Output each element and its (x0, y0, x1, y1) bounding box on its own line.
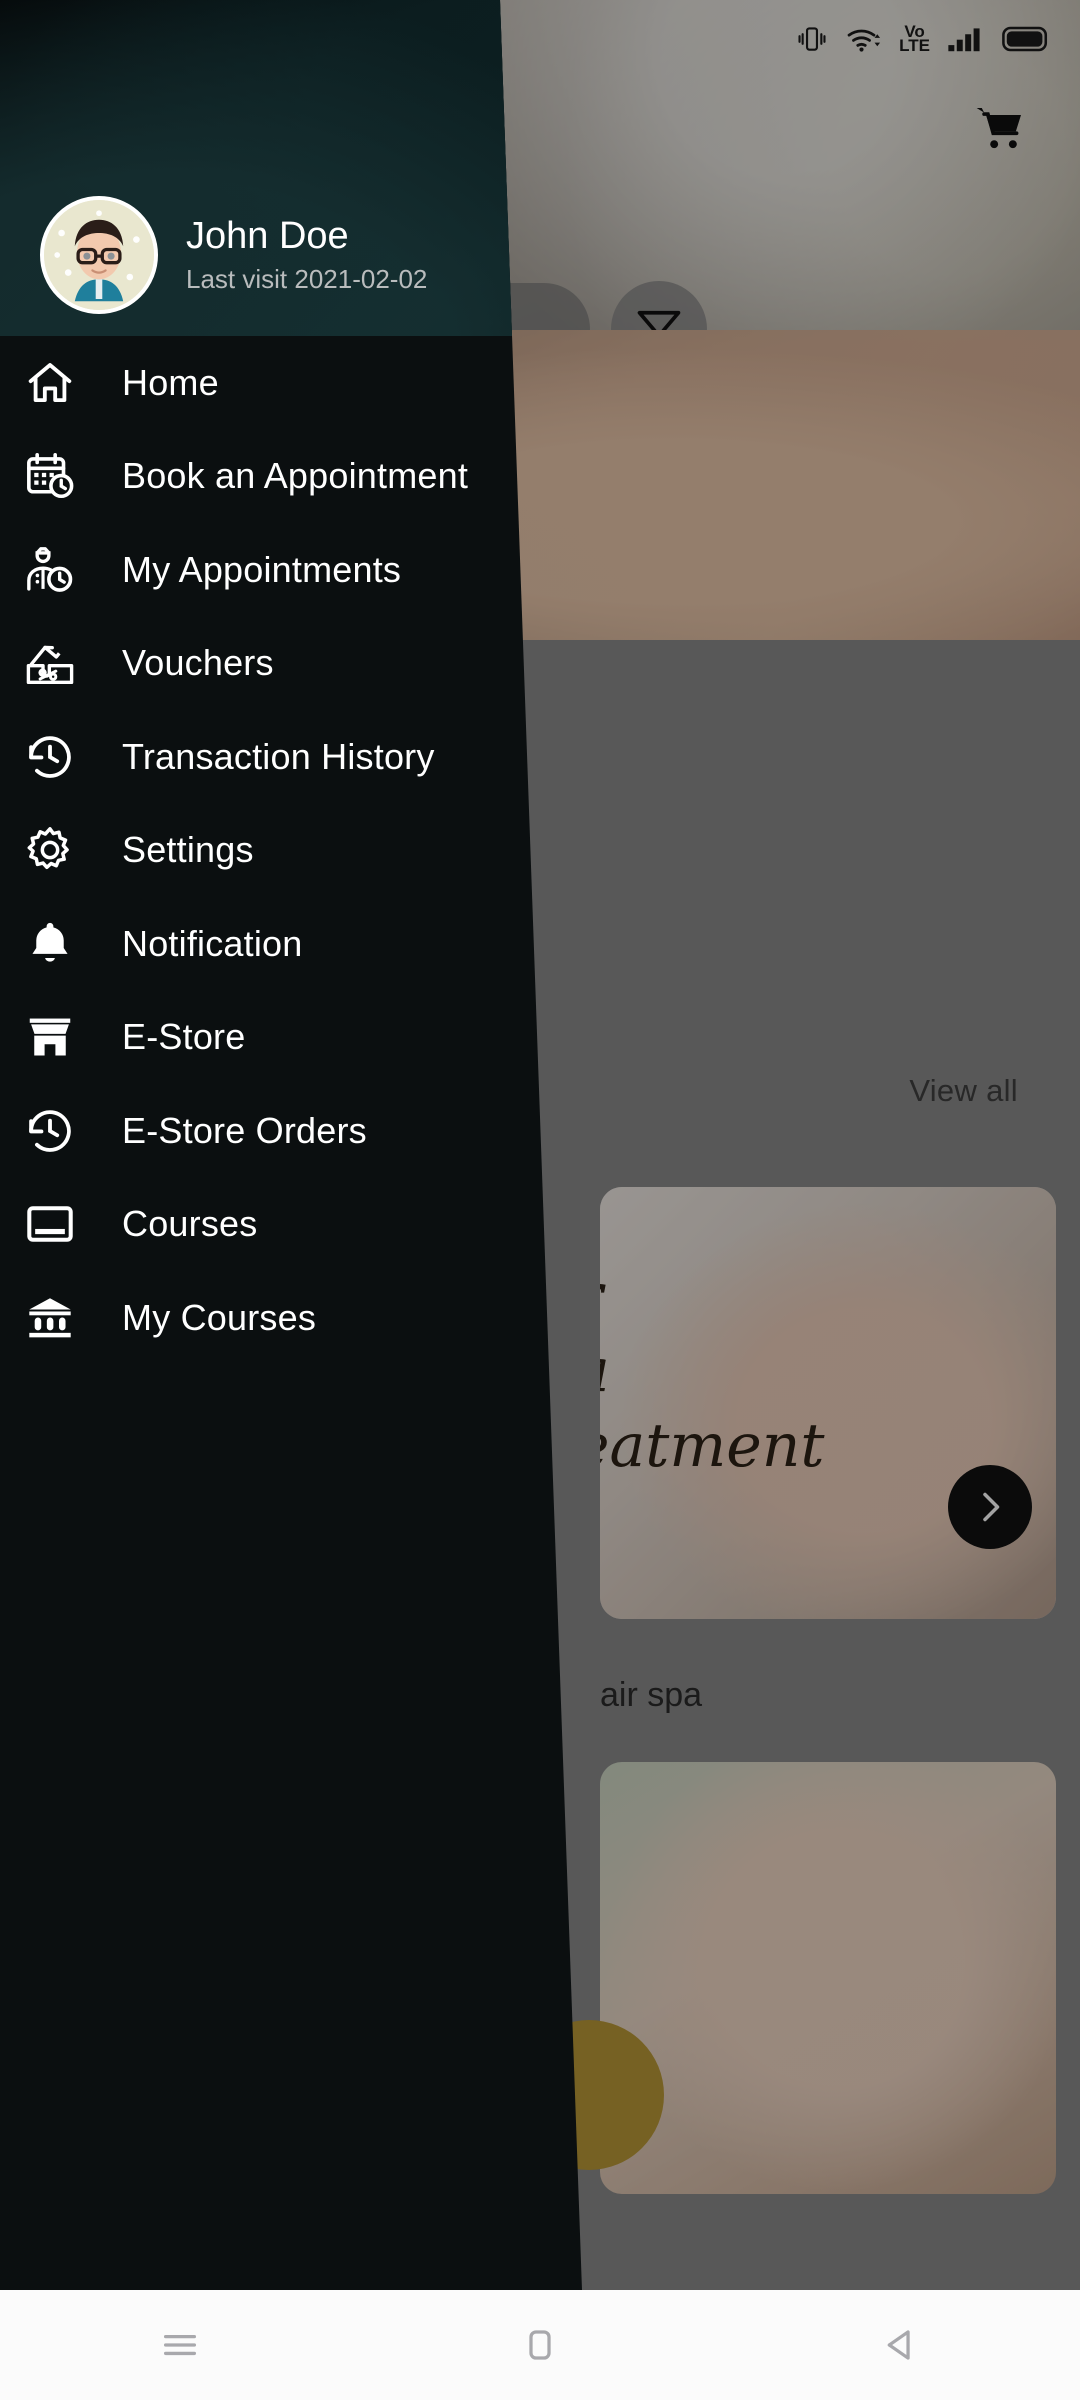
menu-item-label: My Appointments (122, 548, 402, 590)
recents-icon (163, 2334, 197, 2356)
avatar-illustration (44, 200, 154, 310)
gear-icon (22, 822, 78, 878)
history-clock-icon (22, 729, 78, 785)
home-icon (22, 355, 78, 411)
volte-bottom: LTE (899, 36, 930, 55)
bell-icon (22, 916, 78, 972)
status-bar: Vo LTE (0, 0, 1080, 78)
menu-item-label: Settings (122, 829, 254, 871)
menu-item-label: Vouchers (122, 642, 274, 684)
back-button[interactable] (840, 2290, 960, 2400)
menu-item-label: My Courses (122, 1296, 317, 1338)
person-clock-icon (22, 542, 78, 598)
home-square-icon (529, 2330, 551, 2360)
menu-item-label: Book an Appointment (122, 455, 469, 497)
profile-row[interactable]: John Doe Last visit 2021-02-02 (40, 196, 427, 314)
battery-icon (1002, 26, 1048, 52)
volte-icon: Vo LTE (899, 23, 930, 55)
menu-item-label: Transaction History (122, 735, 435, 777)
menu-item-label: Courses (122, 1203, 258, 1245)
wifi-icon (847, 29, 881, 52)
profile-last-visit: Last visit 2021-02-02 (186, 264, 428, 295)
menu-item-label: Notification (122, 922, 303, 964)
android-navigation-bar (0, 2290, 1080, 2400)
phone-screen: View all r a eatment air spa (0, 0, 1080, 2400)
back-triangle-icon (887, 2330, 910, 2360)
academy-columns-icon (22, 1290, 78, 1346)
user-avatar[interactable] (40, 196, 158, 314)
whiteboard-icon (22, 1196, 78, 1252)
calendar-clock-icon (22, 448, 78, 504)
menu-item-label: E-Store (122, 1016, 246, 1058)
store-icon (22, 1009, 78, 1065)
profile-name: John Doe (186, 214, 349, 257)
home-button[interactable] (480, 2290, 600, 2400)
history-clock-icon (22, 1103, 78, 1159)
menu-item-label: Home (122, 361, 219, 403)
menu-item-label: E-Store Orders (122, 1109, 367, 1151)
vibrate-icon (798, 27, 826, 51)
discount-ticket-icon (22, 635, 78, 691)
recents-button[interactable] (120, 2290, 240, 2400)
signal-icon (948, 28, 980, 52)
profile-text-block: John Doe Last visit 2021-02-02 (186, 215, 427, 296)
